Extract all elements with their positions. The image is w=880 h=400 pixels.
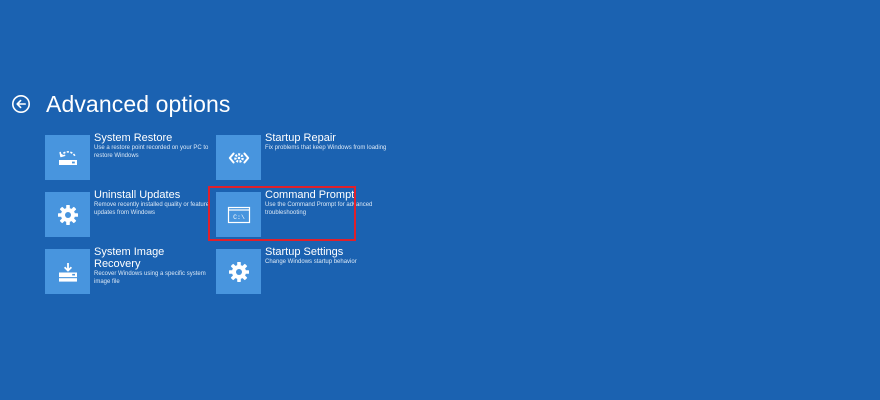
option-title: Startup Repair [265,132,336,144]
option-system-restore[interactable]: System Restore Use a restore point recor… [45,132,215,185]
option-uninstall-updates[interactable]: Uninstall Updates Remove recently instal… [45,189,215,242]
page-title: Advanced options [46,90,231,117]
system-restore-icon [58,150,77,165]
option-icon-tile [45,192,90,237]
option-startup-settings[interactable]: Startup Settings Change Windows startup … [216,246,386,299]
option-description: Recover Windows using a specific system … [94,271,206,285]
page-header: Advanced options [11,88,230,120]
option-title: System Image Recovery [94,246,165,270]
option-system-image-recovery[interactable]: System Image Recovery Recover Windows us… [45,246,215,299]
option-description: Use a restore point recorded on your PC … [94,145,209,159]
option-description: Remove recently installed quality or fea… [94,202,210,216]
option-text: System Image Recovery Recover Windows us… [94,246,220,286]
option-title: Startup Settings [265,246,344,258]
option-text: Uninstall Updates Remove recently instal… [94,189,220,217]
option-text: Startup Settings Change Windows startup … [265,246,391,267]
option-icon-tile [45,249,90,294]
option-text: Startup Repair Fix problems that keep Wi… [265,132,391,153]
option-text: System Restore Use a restore point recor… [94,132,220,160]
back-arrow-circle-icon [12,95,30,113]
highlight-box [208,186,356,241]
option-startup-repair[interactable]: Startup Repair Fix problems that keep Wi… [216,132,386,185]
option-icon-tile [216,135,261,180]
option-description: Fix problems that keep Windows from load… [265,145,387,151]
back-button[interactable] [11,94,31,114]
option-title: Uninstall Updates [94,189,181,201]
option-description: Change Windows startup behavior [265,259,357,265]
option-icon-tile [45,135,90,180]
gear-icon [228,261,249,282]
option-title: System Restore [94,132,173,144]
gear-icon [57,204,78,225]
system-image-recovery-icon [58,262,77,282]
option-icon-tile [216,249,261,294]
startup-repair-icon [228,152,249,163]
advanced-options-screen: Advanced options System Restore Use a re… [0,0,880,400]
